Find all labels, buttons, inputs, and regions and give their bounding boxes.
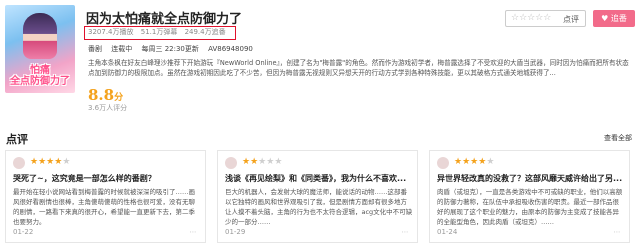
anime-title: 因为太怕痛就全点防御力了 <box>86 12 243 27</box>
review-card[interactable]: ★★★★★ 哭死了~，这究竟是一部怎么样的番剧？ 最开始在轻小说网站看到梅普露的… <box>5 150 206 243</box>
play-count: 3207.4万播放 <box>88 28 134 36</box>
poster-logo-text: 怕痛 全点防御力了 <box>10 65 70 87</box>
review-body: 最开始在轻小说网站看到梅普露的时候就被深深的吸引了……画风很好看剧情也很棒，主角… <box>13 188 195 226</box>
heart-icon: ♥ <box>601 14 611 23</box>
review-title[interactable]: 异世界轻改真的没救了？这部风靡天威许给出了另... <box>437 173 622 184</box>
star-icon: ★ <box>38 157 47 167</box>
meta-av-id: AV86948090 <box>208 45 253 53</box>
star-icon: ★ <box>274 157 283 167</box>
review-body: 巨大的机器人，会发射大球的魔法师，能说话的动物……这部番以它独特的画风和世界观吸… <box>225 188 413 226</box>
see-all-link[interactable]: 查看全部 <box>604 133 632 143</box>
follow-button-label: 追番 <box>610 14 627 23</box>
avatar[interactable] <box>437 157 449 169</box>
rate-button[interactable]: ☆☆☆☆☆ 点评 <box>505 10 586 27</box>
danmaku-count: 51.1万弹幕 <box>140 28 178 36</box>
review-date: 01-22 <box>13 228 34 236</box>
star-icon: ★ <box>242 157 251 167</box>
rating-score: 8.8分 <box>88 86 123 104</box>
review-title[interactable]: 哭死了~，这究竟是一部怎么样的番剧？ <box>13 173 156 184</box>
rating-value: 8.8 <box>88 86 115 104</box>
star-icon: ★ <box>30 157 39 167</box>
review-date: 01-29 <box>225 228 246 236</box>
more-icon[interactable]: ⋯ <box>612 228 622 236</box>
stats-highlight-box: 3207.4万播放 51.1万弹幕 249.4万追番 <box>84 26 236 40</box>
follow-button[interactable]: ♥ 追番 <box>593 10 635 27</box>
review-card[interactable]: ★★★★★ 浅谈《再见绘梨》和《同类番》，我为什么不喜欢... 巨大的机器人，会… <box>217 150 418 243</box>
review-title[interactable]: 浅谈《再见绘梨》和《同类番》，我为什么不喜欢... <box>225 173 406 184</box>
avatar[interactable] <box>13 157 25 169</box>
star-icon: ★ <box>62 157 71 167</box>
meta-type: 番剧 <box>88 45 102 53</box>
review-card[interactable]: ★★★★★ 异世界轻改真的没救了？这部风靡天威许给出了另... 肉盾（或坦克），… <box>429 150 630 243</box>
review-date: 01-24 <box>437 228 458 236</box>
rating-count: 3.6万人评分 <box>88 104 128 112</box>
avatar[interactable] <box>225 157 237 169</box>
star-icon: ★ <box>462 157 471 167</box>
more-icon[interactable]: ⋯ <box>188 228 198 236</box>
review-stars: ★★★★★ <box>242 157 282 167</box>
meta-schedule: 每周三 22:30更新 <box>141 45 199 53</box>
anime-meta: 番剧 连载中 每周三 22:30更新 AV86948090 <box>88 44 260 54</box>
review-stars: ★★★★★ <box>30 157 70 167</box>
star-icon: ★ <box>250 157 259 167</box>
poster-character <box>23 13 57 59</box>
rating-suffix: 分 <box>114 93 124 103</box>
anime-description: 主角本条枫在好友白峰理沙推荐下开始游玩『NewWorld Online』，创建了… <box>88 59 629 77</box>
anime-poster[interactable]: 怕痛 全点防御力了 <box>5 5 75 93</box>
rate-button-label: 点评 <box>563 15 579 24</box>
meta-status: 连载中 <box>111 45 133 53</box>
star-rating-icon: ☆☆☆☆☆ <box>511 13 552 23</box>
star-icon: ★ <box>486 157 495 167</box>
review-body: 肉盾（或坦克），一直是各类游戏中不可或缺的职业，他们以高额的防御力著称，在队伍中… <box>437 188 623 226</box>
follow-count: 249.4万追番 <box>184 28 226 36</box>
review-stars: ★★★★★ <box>454 157 494 167</box>
star-icon: ★ <box>454 157 463 167</box>
reviews-section-title: 点评 <box>6 133 28 146</box>
more-icon[interactable]: ⋯ <box>400 228 410 236</box>
